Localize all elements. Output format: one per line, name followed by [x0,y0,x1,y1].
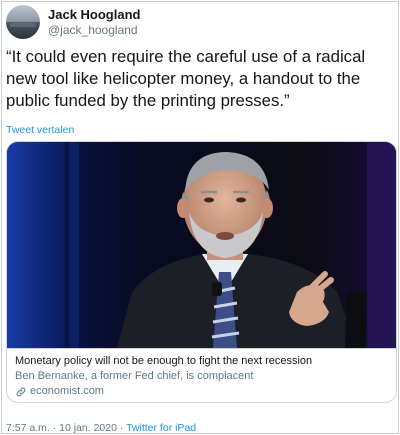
tweet-date[interactable]: 10 jan. 2020 [59,422,117,434]
author-names: Jack Hoogland @jack_hoogland [48,7,140,38]
author-handle[interactable]: @jack_hoogland [48,23,140,38]
link-preview-card[interactable]: Monetary policy will not be enough to fi… [6,141,397,403]
card-photo [7,142,396,348]
tweet-source-link[interactable]: Twitter for iPad [126,422,196,434]
tweet-text: “It could even require the careful use o… [6,47,366,110]
link-icon [16,387,26,396]
meta-separator: · [49,422,60,434]
tweet-card: Jack Hoogland @jack_hoogland “It could e… [1,1,399,434]
tweet-meta: 7:57 a.m. · 10 jan. 2020 · Twitter for i… [6,422,196,434]
card-image[interactable] [7,142,396,348]
card-title: Monetary policy will not be enough to fi… [15,355,313,367]
translate-tweet-link[interactable]: Tweet vertalen [6,124,74,136]
avatar[interactable] [6,5,40,39]
card-domain: economist.com [15,384,390,399]
meta-separator: · [116,422,127,434]
tweet-time[interactable]: 7:57 a.m. [6,422,50,434]
card-domain-text: economist.com [30,385,104,397]
tweet-header: Jack Hoogland @jack_hoogland [6,5,140,39]
author-display-name[interactable]: Jack Hoogland [48,7,140,23]
card-body[interactable]: Monetary policy will not be enough to fi… [7,348,396,402]
card-description: Ben Bernanke, a former Fed chief, is com… [15,370,254,382]
